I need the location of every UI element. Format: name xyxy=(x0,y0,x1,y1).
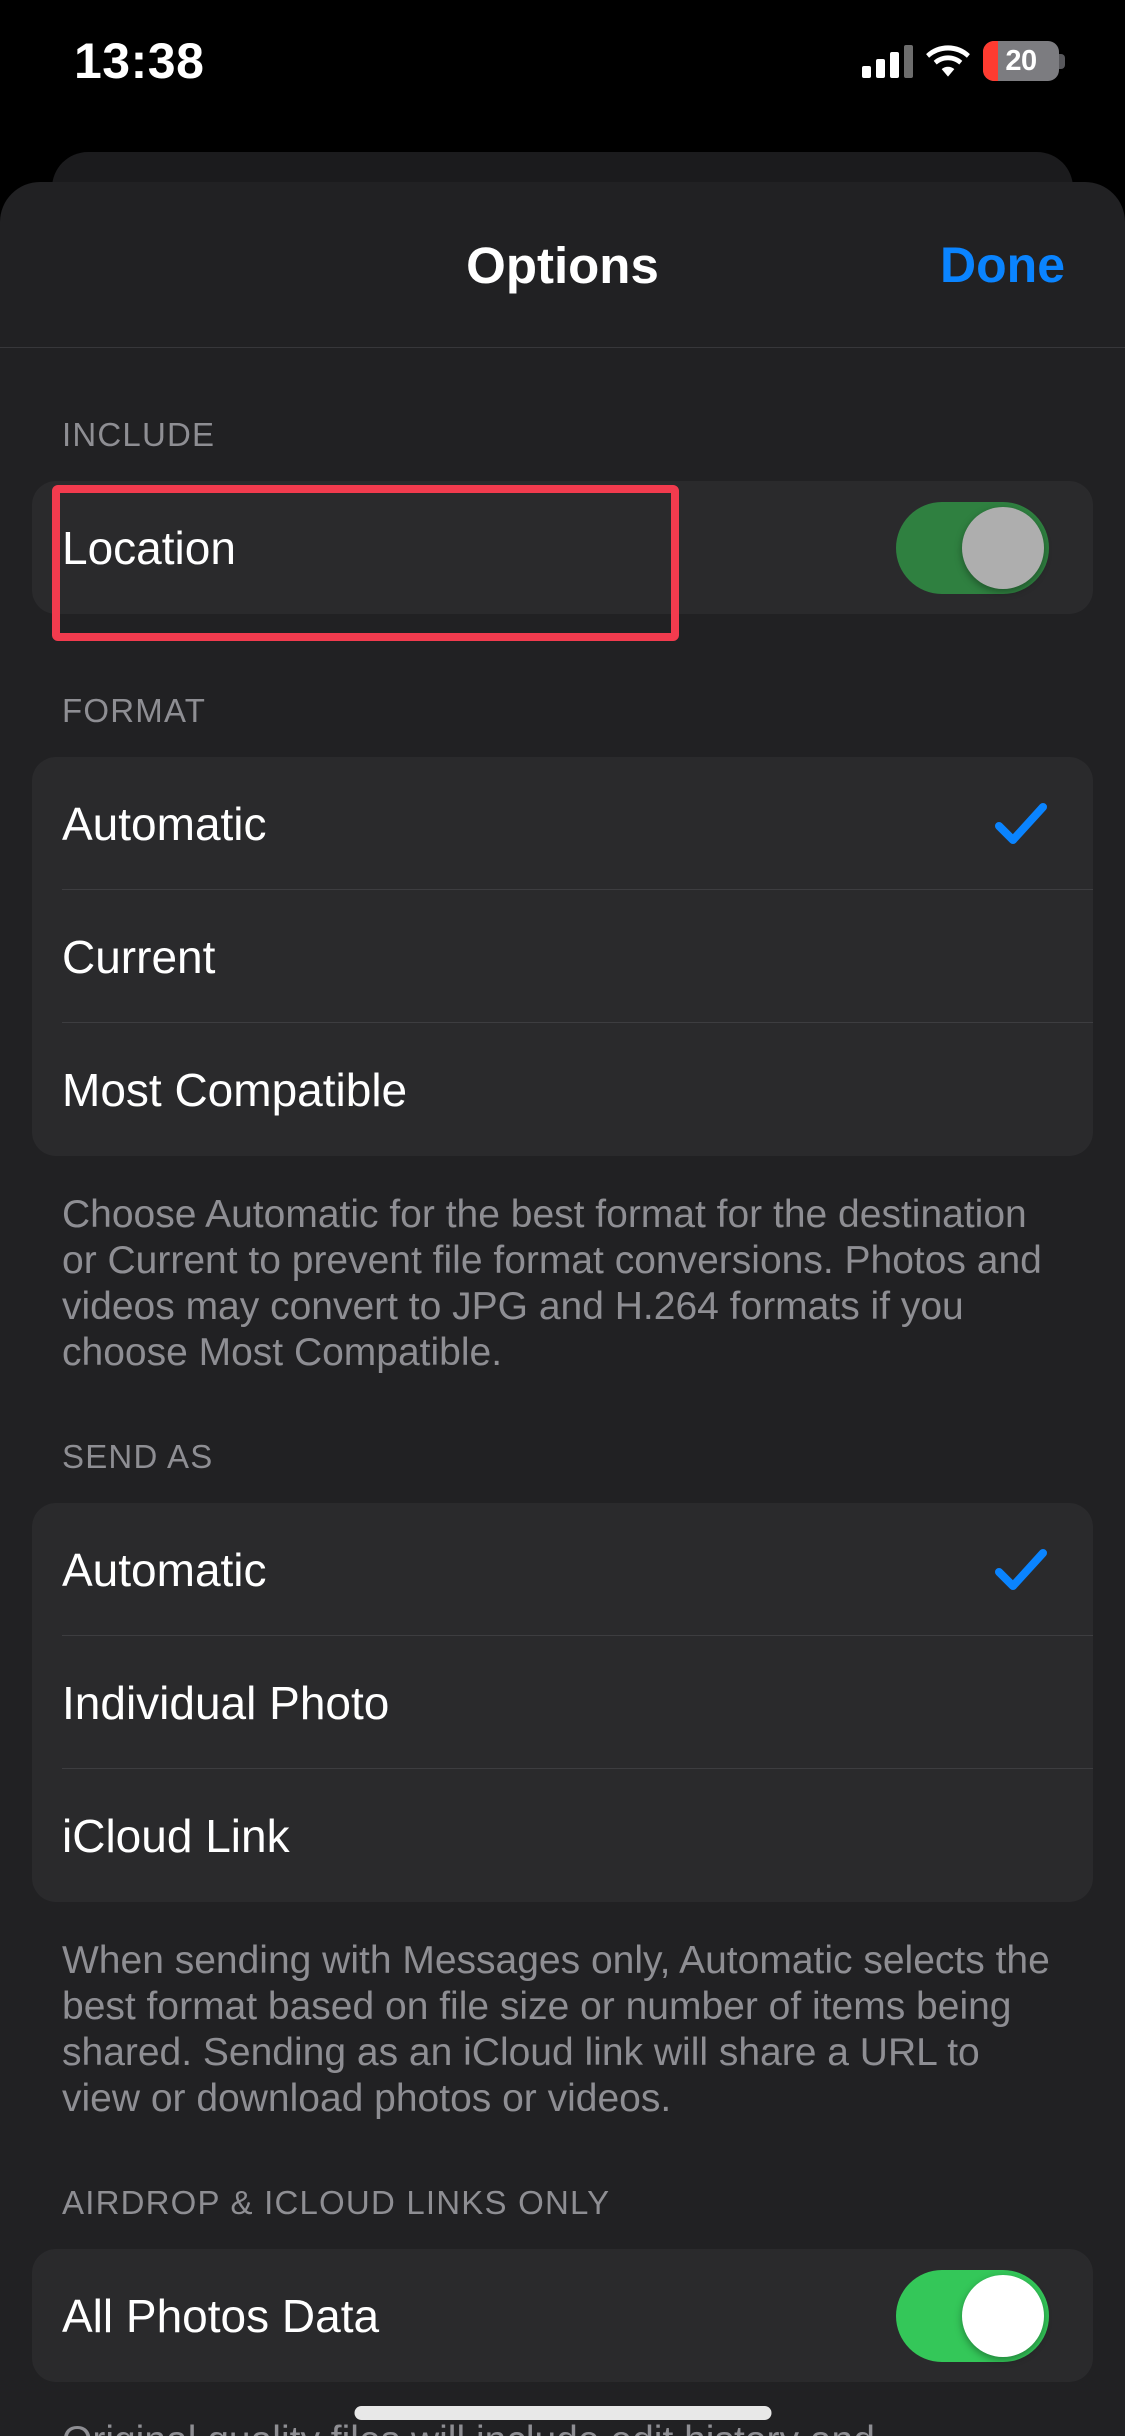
checkmark-icon xyxy=(993,796,1049,852)
row-all-photos-data[interactable]: All Photos Data xyxy=(32,2249,1093,2382)
section-header-format: FORMAT xyxy=(62,692,207,729)
row-format-current[interactable]: Current xyxy=(32,890,1093,1023)
row-label-format-automatic: Automatic xyxy=(62,797,267,850)
send-as-footer-text: When sending with Messages only, Automat… xyxy=(62,1939,1050,2121)
format-card: Automatic Current Most Compatible xyxy=(32,757,1093,1156)
location-toggle[interactable] xyxy=(896,501,1049,594)
wifi-icon xyxy=(926,44,970,78)
row-send-as-individual-photo[interactable]: Individual Photo xyxy=(32,1636,1093,1770)
status-bar: 13:38 20 xyxy=(0,0,1125,132)
airdrop-footer-text: Original quality files will include edit… xyxy=(0,2418,1125,2436)
sheet-navigation-bar: Options Done xyxy=(0,182,1125,348)
status-bar-indicators: 20 xyxy=(862,38,1065,84)
format-footer-text: Choose Automatic for the best format for… xyxy=(62,1193,1042,1375)
row-label-all-photos-data: All Photos Data xyxy=(62,2289,380,2342)
section-header-include: INCLUDE xyxy=(62,416,216,453)
phone-screen: 13:38 20 Options Done INCLUDE Location F… xyxy=(0,0,1125,2436)
row-label-send-as-automatic: Automatic xyxy=(62,1543,267,1596)
cellular-signal-icon xyxy=(862,44,913,78)
row-label-location: Location xyxy=(62,521,236,574)
all-photos-data-toggle[interactable] xyxy=(896,2269,1049,2362)
section-header-airdrop: AIRDROP & ICLOUD LINKS ONLY xyxy=(62,2184,611,2222)
options-content: INCLUDE Location FORMAT Automatic Curren… xyxy=(0,348,1125,2436)
row-label-send-as-icloud-link: iCloud Link xyxy=(62,1809,290,1862)
row-format-most-compatible[interactable]: Most Compatible xyxy=(32,1023,1093,1156)
row-format-automatic[interactable]: Automatic xyxy=(32,757,1093,890)
battery-percent-label: 20 xyxy=(1005,44,1037,77)
row-label-format-most-compatible: Most Compatible xyxy=(62,1063,408,1116)
airdrop-card: All Photos Data xyxy=(32,2249,1093,2383)
row-label-format-current: Current xyxy=(62,930,216,983)
section-header-send-as: SEND AS xyxy=(62,1438,214,1476)
home-indicator[interactable] xyxy=(354,2406,771,2420)
battery-icon: 20 xyxy=(983,41,1065,81)
toggle-knob xyxy=(962,2274,1044,2357)
send-as-card: Automatic Individual Photo iCloud Link xyxy=(32,1503,1093,1903)
include-card: Location xyxy=(32,481,1093,614)
done-button[interactable]: Done xyxy=(940,236,1065,294)
row-label-send-as-individual-photo: Individual Photo xyxy=(62,1676,390,1729)
row-location[interactable]: Location xyxy=(32,481,1093,614)
row-send-as-automatic[interactable]: Automatic xyxy=(32,1503,1093,1637)
toggle-knob xyxy=(962,506,1044,589)
options-sheet: Options Done INCLUDE Location FORMAT Aut… xyxy=(0,182,1125,2436)
row-send-as-icloud-link[interactable]: iCloud Link xyxy=(32,1769,1093,1902)
status-bar-time: 13:38 xyxy=(74,33,205,89)
checkmark-icon xyxy=(993,1542,1049,1598)
